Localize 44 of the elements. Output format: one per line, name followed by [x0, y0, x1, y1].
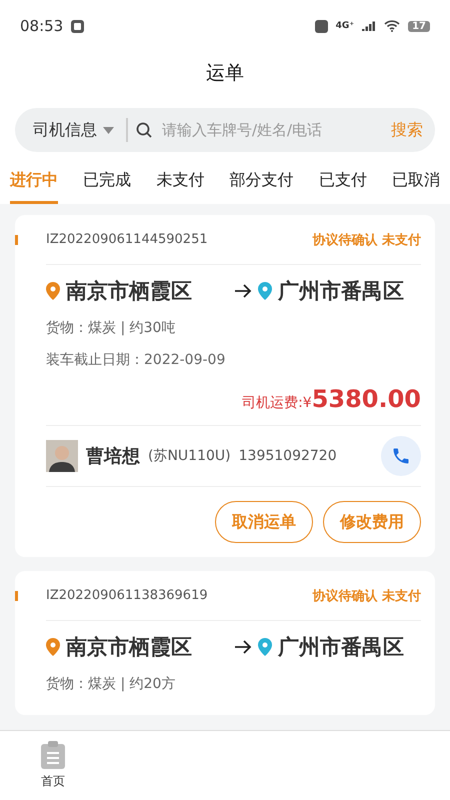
- wifi-icon: [384, 20, 400, 32]
- order-status: 协议待确认 未支付: [312, 588, 421, 604]
- signal-icon: [362, 21, 376, 31]
- location-pin-icon: [46, 282, 60, 300]
- network-type: 4G⁺: [336, 21, 354, 31]
- destination-city: 广州市番禺区: [278, 278, 404, 305]
- status-tab[interactable]: 已支付: [318, 166, 367, 204]
- plate-number: (苏NU110U): [148, 447, 231, 465]
- search-field[interactable]: 请输入车牌号/姓名/电话: [160, 120, 383, 140]
- clipboard-icon: [41, 741, 65, 769]
- location-pin-icon: [46, 638, 60, 656]
- driver-avatar: [46, 440, 78, 472]
- driver-name: 曹培想: [86, 445, 140, 468]
- status-tab[interactable]: 已完成: [83, 166, 132, 204]
- caret-icon: [103, 126, 114, 134]
- phone-icon: [391, 446, 411, 466]
- order-status: 协议待确认 未支付: [312, 232, 421, 248]
- origin-city: 南京市栖霞区: [66, 634, 192, 661]
- location-pin-icon: [258, 282, 272, 300]
- nav-tab[interactable]: 首页: [35, 731, 71, 800]
- cargo-info: 货物：煤炭 | 约30吨: [45, 319, 176, 338]
- arrow-icon: [234, 640, 252, 654]
- status-tab[interactable]: 部分支付: [230, 166, 294, 204]
- call-button[interactable]: [381, 436, 421, 476]
- order-number: IZ202209061144590251: [46, 232, 209, 247]
- search-icon: [136, 122, 152, 138]
- battery-level: 17: [408, 20, 430, 32]
- status-time: 08:53: [20, 17, 64, 35]
- arrow-icon: [234, 284, 252, 298]
- cargo-info: 货物：煤炭 | 约20方: [45, 675, 176, 694]
- destination-city: 广州市番禺区: [278, 634, 404, 661]
- location-pin-icon: [258, 638, 272, 656]
- app-notification-icon: [71, 20, 84, 32]
- origin-city: 南京市栖霞区: [66, 278, 192, 305]
- status-tab[interactable]: 已取消: [392, 166, 440, 204]
- fee-label: 司机运费:¥: [242, 394, 312, 412]
- loading-deadline: 装车截止日期：2022-09-09: [45, 351, 226, 370]
- fee-amount: 5380.00: [312, 385, 421, 413]
- order-number: IZ202209061138369619: [46, 588, 209, 603]
- status-tab[interactable]: 未支付: [156, 166, 204, 204]
- driver-phone: 13951092720: [238, 448, 337, 464]
- page-title: 运单: [205, 61, 245, 86]
- filter-dropdown[interactable]: 司机信息: [33, 118, 128, 142]
- hd-icon: [314, 20, 328, 32]
